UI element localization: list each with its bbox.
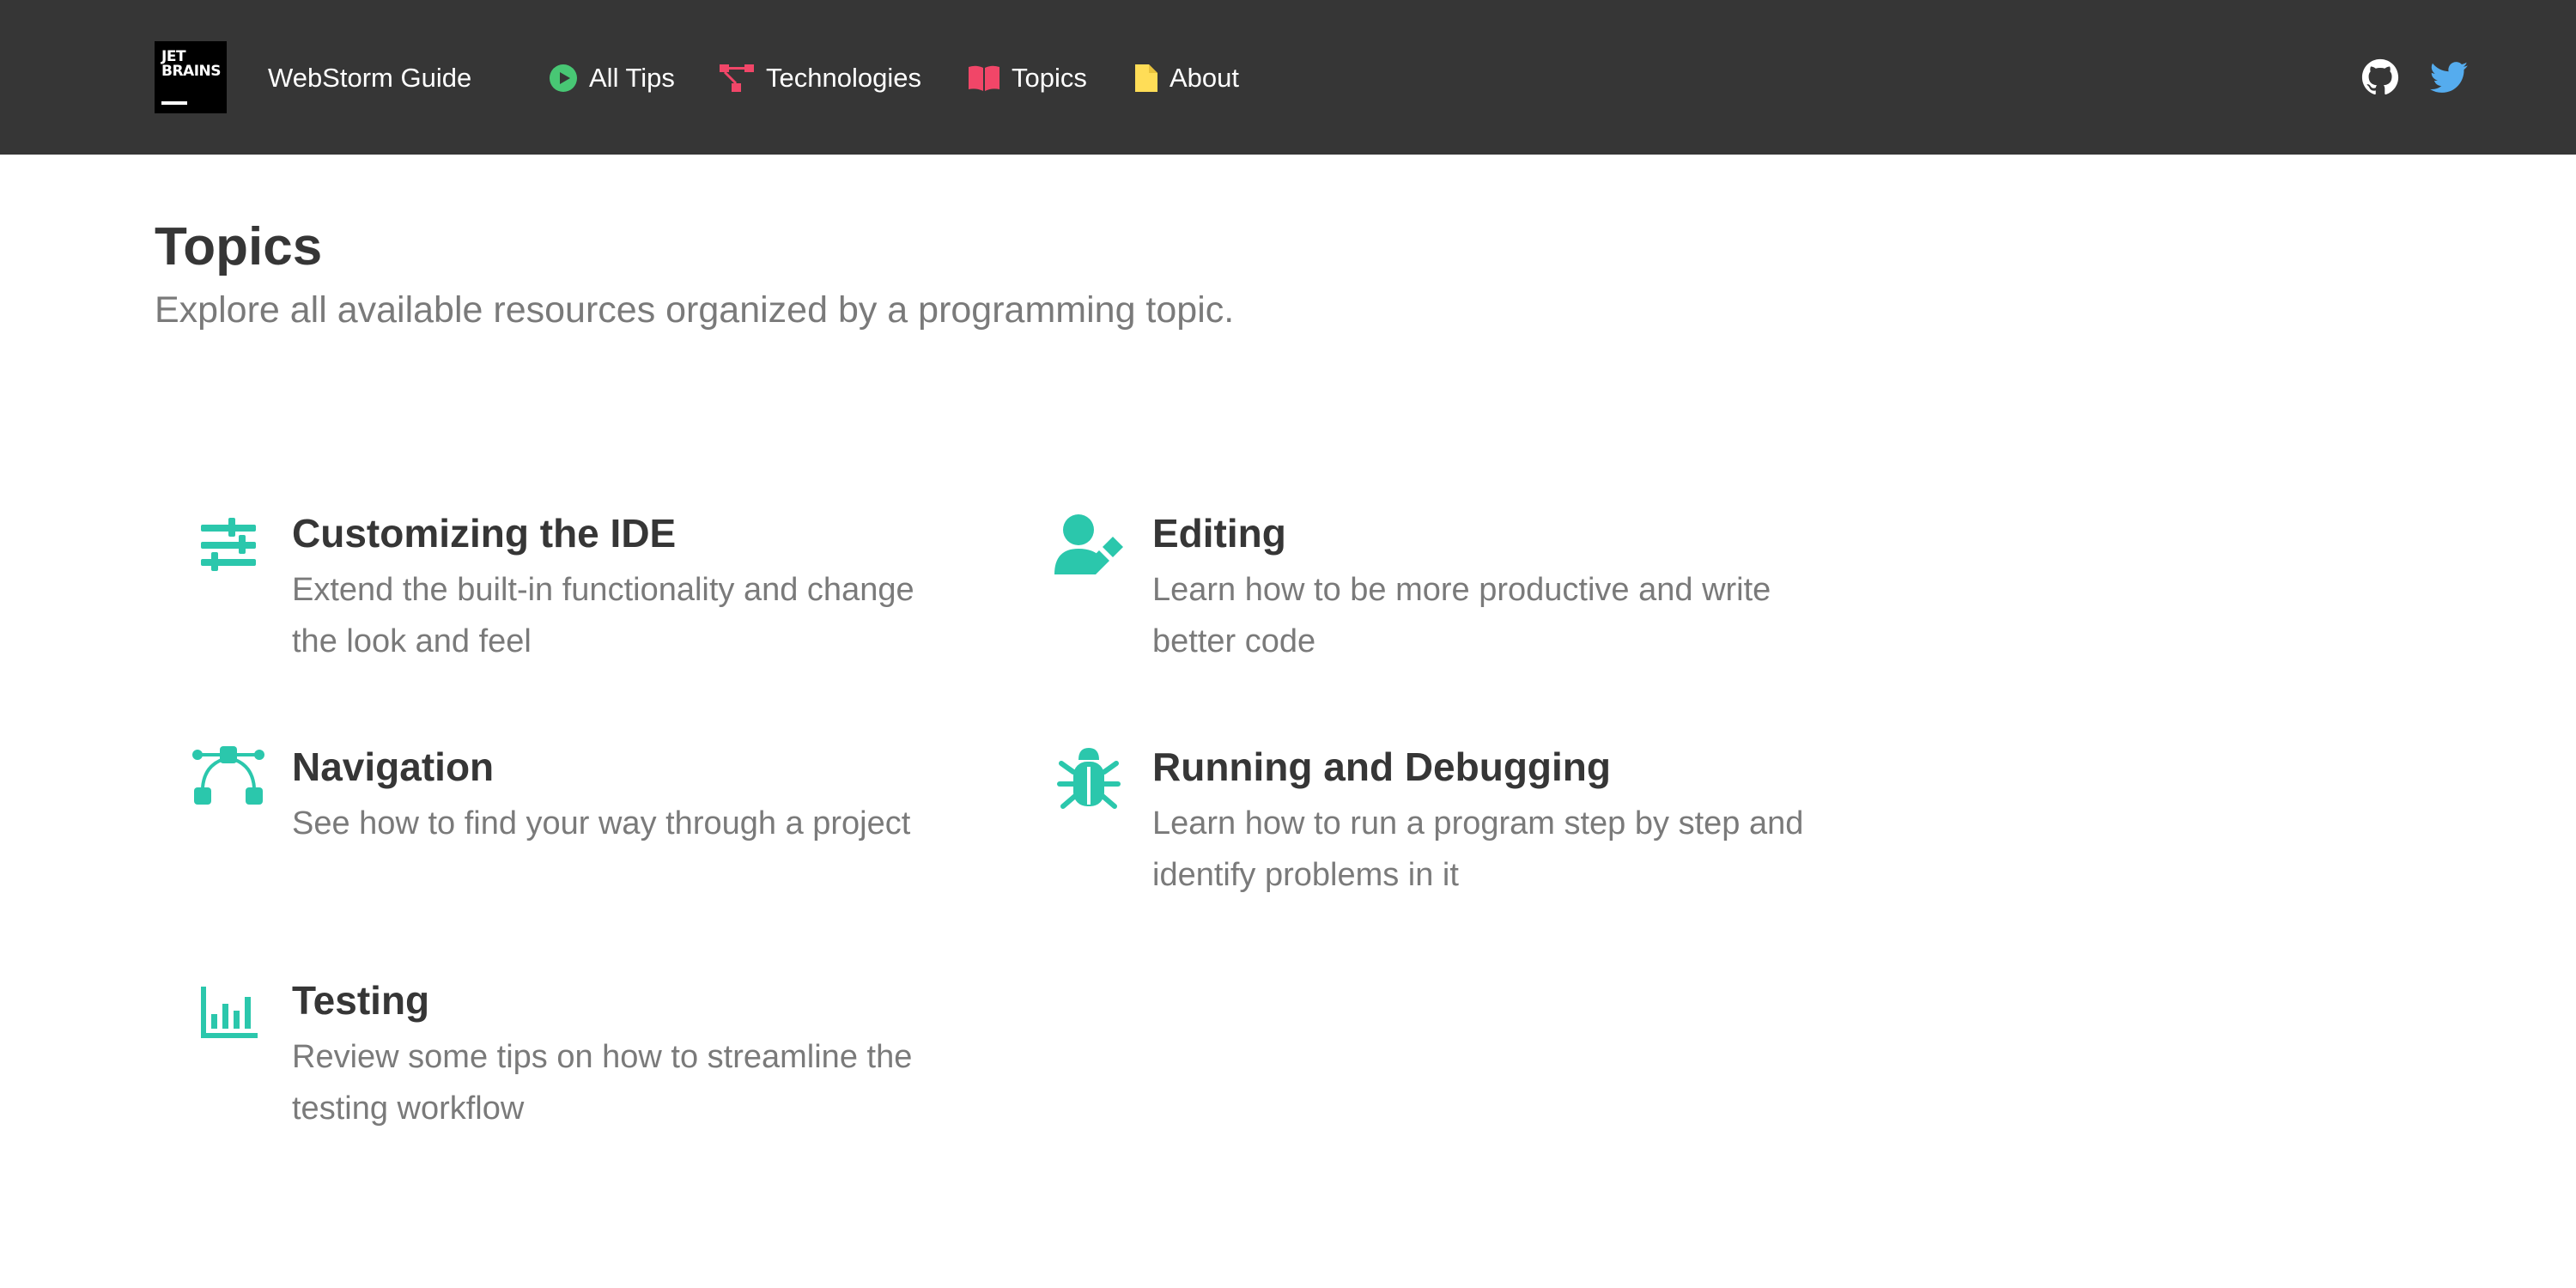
nav-technologies[interactable]: Technologies: [720, 62, 921, 94]
nav-all-tips-label: All Tips: [589, 63, 675, 93]
nav-about-label: About: [1170, 63, 1240, 93]
topic-title[interactable]: Testing: [292, 975, 429, 1026]
bug-icon: [1057, 748, 1121, 809]
nav-topics[interactable]: Topics: [969, 62, 1087, 94]
book-open-icon: [969, 65, 999, 91]
page-title: Topics: [155, 217, 323, 276]
bezier-curve-icon: [192, 746, 264, 805]
sitemap-icon: [720, 64, 754, 92]
user-edit-icon: [1054, 514, 1123, 574]
navbar: JET BRAINS WebStorm Guide All Tips Techn…: [0, 0, 2576, 155]
play-circle-icon: [550, 64, 577, 92]
topic-description: Extend the built-in functionality and ch…: [292, 572, 914, 659]
chart-bar-icon: [201, 987, 258, 1038]
topic-description: Review some tips on how to streamline th…: [292, 1039, 913, 1127]
github-icon[interactable]: [2361, 58, 2399, 96]
twitter-icon[interactable]: [2430, 58, 2468, 96]
topic-description: See how to find your way through a proje…: [292, 805, 911, 841]
topic-description: Learn how to be more productive and writ…: [1152, 572, 1771, 659]
nav-technologies-label: Technologies: [766, 63, 921, 93]
topic-title[interactable]: Customizing the IDE: [292, 507, 676, 559]
page-subtitle: Explore all available resources organize…: [155, 289, 1235, 331]
topic-title[interactable]: Navigation: [292, 741, 494, 793]
logo-text-line2: BRAINS: [161, 63, 222, 80]
nav-topics-label: Topics: [1012, 63, 1087, 93]
jetbrains-logo[interactable]: JET BRAINS: [155, 41, 227, 113]
logo-underline: [161, 101, 187, 105]
topic-title[interactable]: Editing: [1152, 507, 1286, 559]
topic-title[interactable]: Running and Debugging: [1152, 741, 1611, 793]
brand-link[interactable]: WebStorm Guide: [268, 62, 471, 94]
topic-description: Learn how to run a program step by step …: [1152, 805, 1804, 893]
nav-all-tips[interactable]: All Tips: [550, 62, 675, 94]
file-icon: [1135, 64, 1157, 92]
nav-about[interactable]: About: [1135, 62, 1239, 94]
sliders-icon: [201, 518, 256, 571]
